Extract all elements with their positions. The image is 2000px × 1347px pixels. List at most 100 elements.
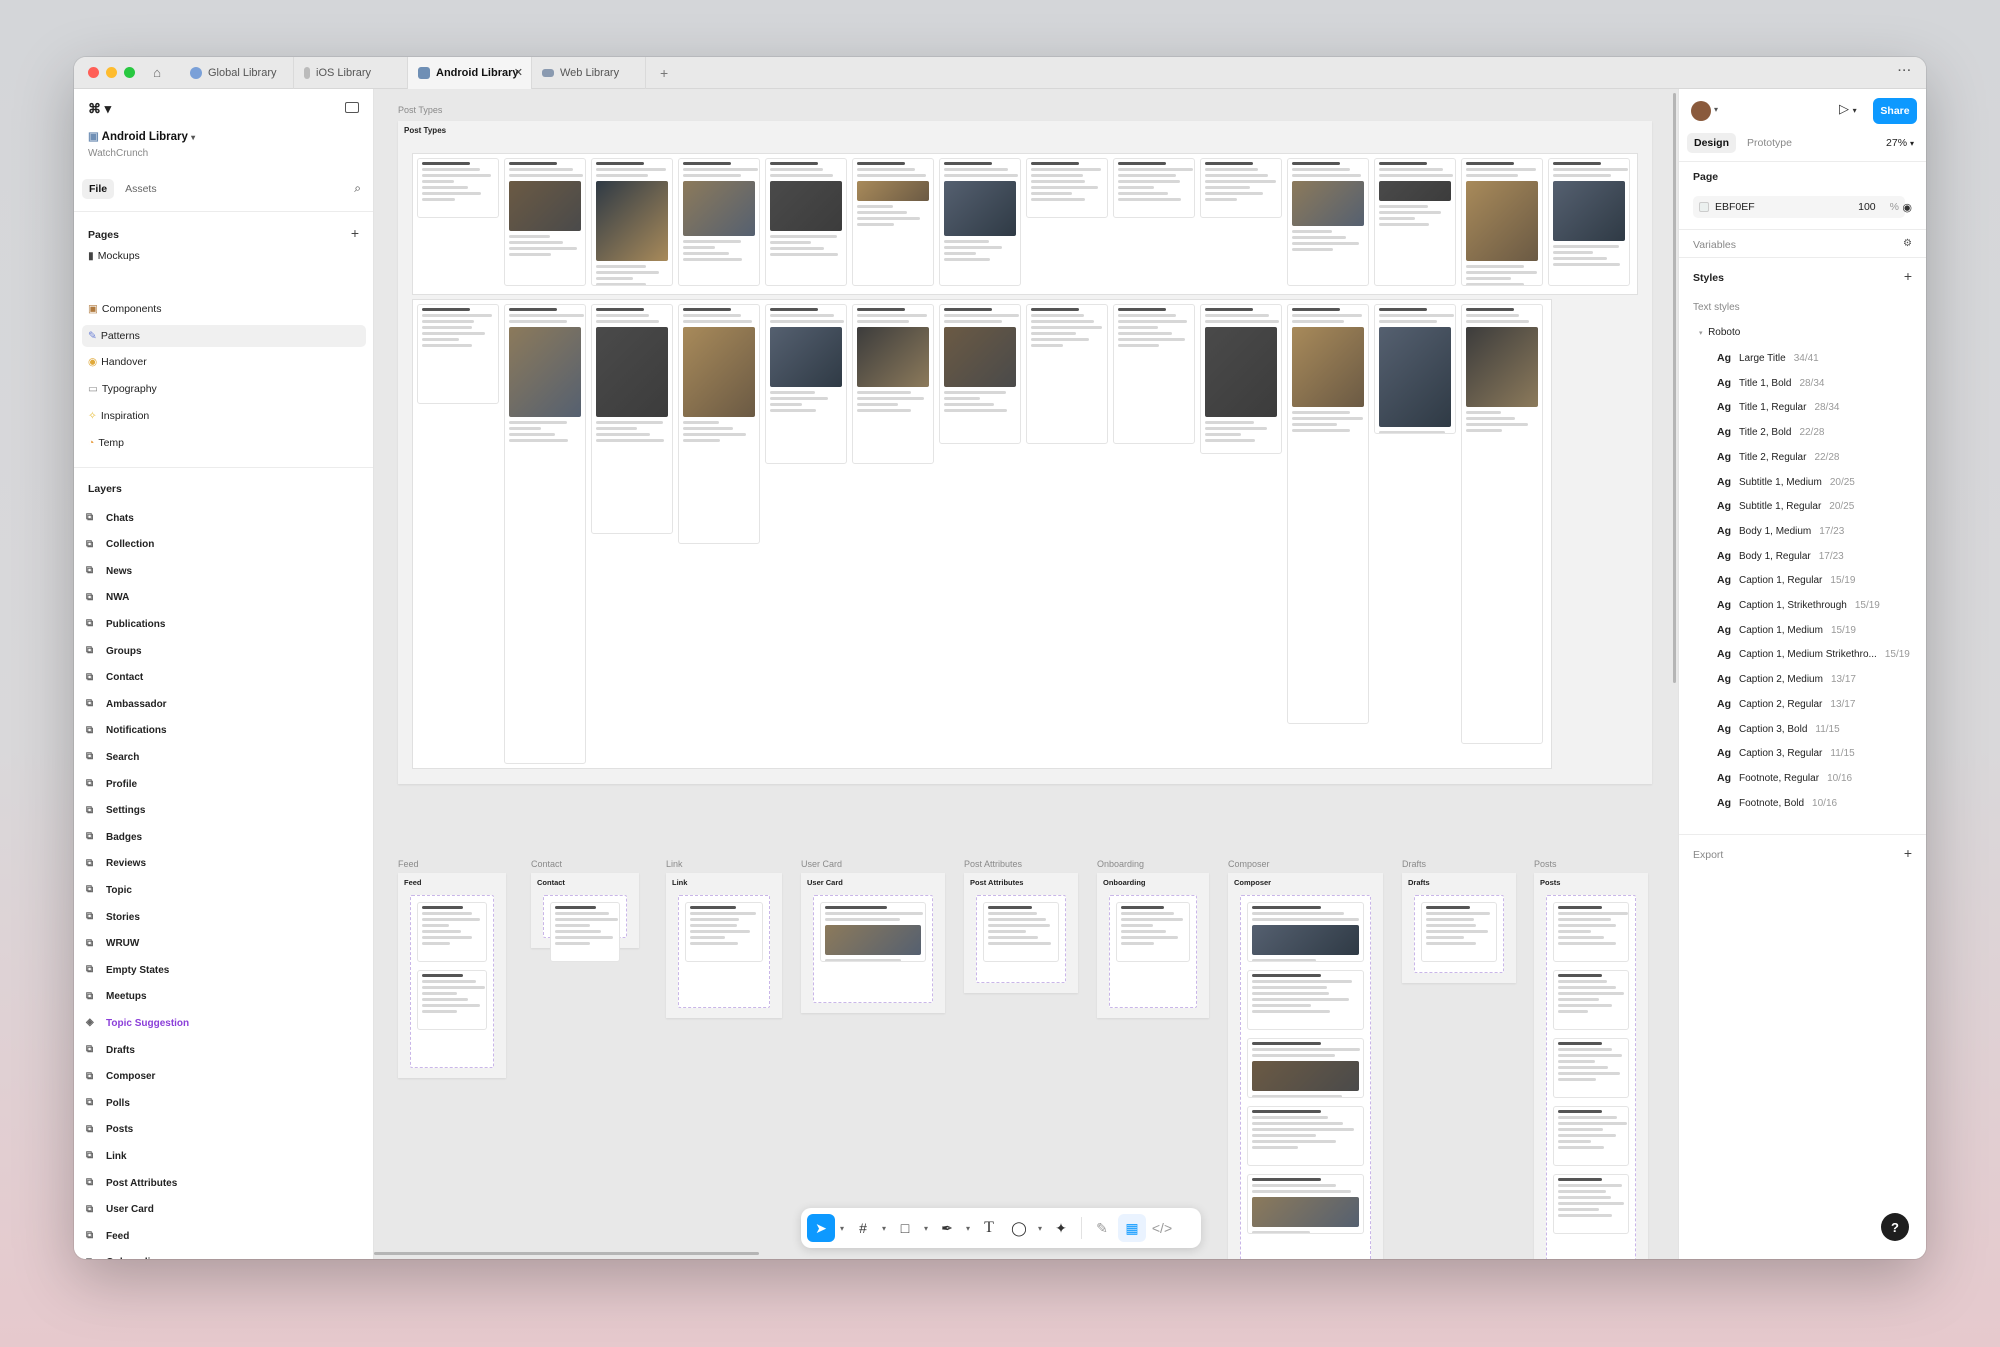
text-style-item[interactable]: Ag Caption 1, Medium 15/19 [1717, 624, 1856, 636]
text-style-item[interactable]: Ag Body 1, Medium 17/23 [1717, 525, 1844, 537]
chevron-down-icon[interactable]: ▾ [837, 1224, 847, 1233]
ai-actions-icon[interactable]: ✦ [1047, 1214, 1075, 1242]
tab-file[interactable]: File [82, 179, 115, 199]
layer-item-collection[interactable]: ⧉ Collection [86, 535, 154, 555]
rectangle-tool-icon[interactable]: □ [891, 1214, 919, 1242]
layer-item-chats[interactable]: ⧉ Chats [86, 508, 134, 528]
text-style-item[interactable]: Ag Caption 2, Regular 13/17 [1717, 698, 1855, 710]
layer-item-reviews[interactable]: ⧉ Reviews [86, 854, 146, 874]
component-frame[interactable]: Posts [1534, 873, 1648, 1259]
home-icon[interactable]: ⌂ [142, 57, 172, 89]
component-frame[interactable]: Contact [531, 873, 639, 962]
component-frame[interactable]: Post Attributes [964, 873, 1078, 993]
page-item-mockups[interactable]: ▮ Mockups [82, 245, 366, 267]
layer-item-drafts[interactable]: ⧉ Drafts [86, 1040, 135, 1060]
chevron-down-icon[interactable]: ▾ [921, 1224, 931, 1233]
frame-label[interactable]: Feed [398, 859, 419, 869]
text-style-item[interactable]: Ag Footnote, Bold 10/16 [1717, 797, 1837, 809]
component-frame[interactable]: User Card [801, 873, 945, 1013]
text-style-item[interactable]: Ag Caption 1, Strikethrough 15/19 [1717, 599, 1880, 611]
tab-global-library[interactable]: Global Library [180, 57, 294, 89]
text-style-item[interactable]: Ag Subtitle 1, Regular 20/25 [1717, 500, 1854, 512]
layer-item-empty-states[interactable]: ⧉ Empty States [86, 960, 169, 980]
text-style-item[interactable]: Ag Footnote, Regular 10/16 [1717, 772, 1852, 784]
page-item-inspiration[interactable]: ✧ Inspiration [82, 405, 366, 427]
layer-item-topic-suggestion[interactable]: ◈ Topic Suggestion [86, 1013, 189, 1033]
page-item-components[interactable]: ▣ Components [82, 298, 366, 320]
layer-item-onboarding[interactable]: ⧉ Onboarding [86, 1253, 163, 1259]
layer-item-link[interactable]: ⧉ Link [86, 1146, 127, 1166]
text-tool-icon[interactable]: T [975, 1214, 1003, 1242]
text-style-item[interactable]: Ag Caption 2, Medium 13/17 [1717, 673, 1856, 685]
layer-item-feed[interactable]: ⧉ Feed [86, 1226, 129, 1246]
new-tab-icon[interactable]: + [646, 65, 682, 81]
layer-item-groups[interactable]: ⧉ Groups [86, 641, 142, 661]
text-style-item[interactable]: Ag Body 1, Regular 17/23 [1717, 550, 1844, 562]
more-options-icon[interactable]: ··· [1898, 65, 1912, 77]
present-play-icon[interactable]: ▷ ▾ [1839, 101, 1857, 117]
close-window-button[interactable] [88, 67, 99, 78]
variables-label[interactable]: Variables [1693, 239, 1736, 251]
figma-menu-icon[interactable]: ⌘ ▾ [88, 101, 111, 117]
layer-item-user-card[interactable]: ⧉ User Card [86, 1200, 154, 1220]
text-style-item[interactable]: Ag Caption 1, Regular 15/19 [1717, 574, 1855, 586]
tab-ios-library[interactable]: iOS Library [294, 57, 408, 89]
page-item-patterns[interactable]: ✎ Patterns [82, 325, 366, 347]
pen-tool-icon[interactable]: ✒ [933, 1214, 961, 1242]
layer-item-profile[interactable]: ⧉ Profile [86, 774, 137, 794]
avatar[interactable] [1691, 101, 1711, 121]
draw-mode-icon[interactable]: ✎ [1088, 1214, 1116, 1242]
component-frame[interactable]: Onboarding [1097, 873, 1209, 1018]
layer-item-publications[interactable]: ⧉ Publications [86, 614, 165, 634]
frame-label[interactable]: Onboarding [1097, 859, 1144, 869]
frame-label[interactable]: Drafts [1402, 859, 1426, 869]
page-item-typography[interactable]: ▭ Typography [82, 378, 366, 400]
dev-mode-icon[interactable]: </> [1148, 1214, 1176, 1242]
add-page-icon[interactable]: + [351, 225, 359, 241]
chevron-down-icon[interactable]: ▾ [1714, 105, 1718, 114]
design-mode-icon[interactable]: ▦ [1118, 1214, 1146, 1242]
text-style-item[interactable]: Ag Title 1, Bold 28/34 [1717, 377, 1824, 389]
tab-web-library[interactable]: Web Library [532, 57, 646, 89]
text-style-item[interactable]: Ag Large Title 34/41 [1717, 352, 1819, 364]
add-export-icon[interactable]: + [1904, 845, 1912, 861]
maximize-window-button[interactable] [124, 67, 135, 78]
page-color-field[interactable]: EBF0EF 100 % [1693, 196, 1905, 218]
chevron-down-icon[interactable]: ▾ [963, 1224, 973, 1233]
post-types-frame[interactable]: Post Types [398, 121, 1652, 784]
component-frame[interactable]: Feed [398, 873, 506, 1078]
chevron-down-icon[interactable]: ▾ [1035, 1224, 1045, 1233]
frame-tool-icon[interactable]: # [849, 1214, 877, 1242]
help-button[interactable]: ? [1881, 1213, 1909, 1241]
layer-item-wruw[interactable]: ⧉ WRUW [86, 934, 139, 954]
add-style-icon[interactable]: + [1904, 268, 1912, 284]
zoom-dropdown[interactable]: 27% ▾ [1886, 137, 1914, 149]
vertical-scrollbar[interactable] [1673, 93, 1676, 683]
layer-item-nwa[interactable]: ⧉ NWA [86, 588, 129, 608]
text-style-item[interactable]: Ag Title 2, Bold 22/28 [1717, 426, 1824, 438]
text-style-item[interactable]: Ag Caption 3, Regular 11/15 [1717, 747, 1855, 759]
panel-toggle-icon[interactable] [345, 102, 359, 113]
design-canvas[interactable]: Post Types Post Types Feed Feed Contact Con… [374, 89, 1678, 1259]
close-tab-icon[interactable]: ✕ [514, 66, 523, 79]
minimize-window-button[interactable] [106, 67, 117, 78]
tab-design[interactable]: Design [1687, 133, 1737, 153]
comment-tool-icon[interactable]: ◯ [1005, 1214, 1033, 1242]
font-group-roboto[interactable]: ▾ Roboto [1699, 327, 1740, 338]
layer-item-composer[interactable]: ⧉ Composer [86, 1067, 155, 1087]
move-tool-icon[interactable]: ➤ [807, 1214, 835, 1242]
eye-icon[interactable]: ◉ [1902, 201, 1912, 214]
layer-item-meetups[interactable]: ⧉ Meetups [86, 987, 147, 1007]
layer-item-notifications[interactable]: ⧉ Notifications [86, 721, 167, 741]
tab-assets[interactable]: Assets [118, 179, 164, 199]
page-item-handover[interactable]: ◉ Handover [82, 351, 366, 373]
frame-label[interactable]: User Card [801, 859, 842, 869]
horizontal-scrollbar[interactable] [374, 1252, 759, 1255]
frame-label[interactable]: Posts [1534, 859, 1557, 869]
layer-item-search[interactable]: ⧉ Search [86, 747, 139, 767]
layer-item-badges[interactable]: ⧉ Badges [86, 827, 142, 847]
tab-prototype[interactable]: Prototype [1740, 133, 1799, 153]
page-item-temp[interactable]: ◔ Temp [82, 432, 366, 454]
frame-label-post-types[interactable]: Post Types [398, 105, 442, 115]
frame-label[interactable]: Composer [1228, 859, 1270, 869]
